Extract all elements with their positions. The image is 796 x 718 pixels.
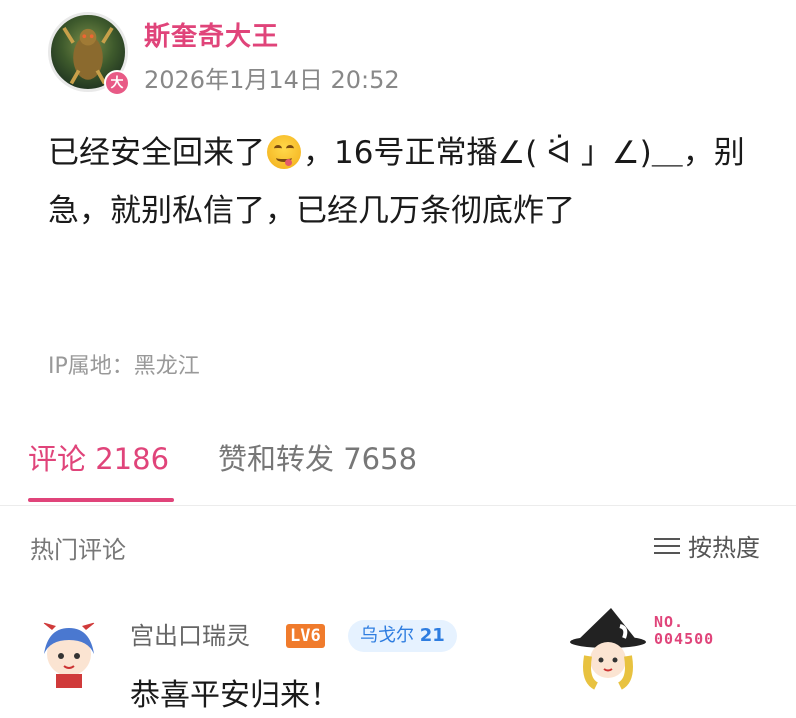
- commenter-avatar[interactable]: [30, 614, 108, 692]
- tab-comments[interactable]: 评论 2186: [28, 436, 169, 478]
- post-header: 大 斯奎奇大王 2026年1月14日 20:52: [48, 12, 768, 98]
- sort-by-hotness-button[interactable]: 按热度: [654, 528, 760, 563]
- active-tab-indicator: [28, 498, 174, 502]
- decoration-number-value: 004500: [654, 630, 715, 648]
- comment-item: 宫出口瑞灵 LV6 乌戈尔 21 恭喜平安归来！ NO. 004500: [30, 606, 770, 716]
- divider: [0, 505, 796, 506]
- yum-face-emoji-icon: [267, 135, 301, 169]
- post-text-part1: 已经安全回来了: [48, 135, 265, 171]
- fan-badge-name: 乌戈尔: [360, 625, 414, 646]
- witch-chibi-icon: [570, 608, 646, 690]
- post-author-name[interactable]: 斯奎奇大王: [144, 16, 279, 53]
- commenter-name[interactable]: 宫出口瑞灵: [130, 616, 250, 651]
- sort-label: 按热度: [688, 534, 760, 562]
- menu-icon: [654, 536, 680, 556]
- post-text: 已经安全回来了 ，16号正常播∠( ᐛ 」∠)＿，别急，就别私信了，已经几万条彻底…: [48, 124, 748, 240]
- tab-likes-reposts[interactable]: 赞和转发 7658: [218, 436, 417, 478]
- level-badge: LV6: [286, 624, 325, 648]
- post-timestamp: 2026年1月14日 20:52: [144, 66, 400, 94]
- fan-badge[interactable]: 乌戈尔 21: [348, 620, 457, 652]
- post-tabs: 评论 2186 赞和转发 7658: [28, 436, 768, 506]
- comment-decoration-card: NO. 004500: [566, 606, 766, 690]
- comment-text: 恭喜平安归来！: [130, 678, 340, 713]
- ip-location: IP属地：黑龙江: [48, 354, 200, 379]
- chibi-avatar-image: [42, 622, 96, 688]
- fan-badge-level: 21: [419, 625, 445, 646]
- decoration-number-label: NO.: [654, 613, 685, 631]
- hot-comments-title: 热门评论: [30, 536, 126, 564]
- vip-badge: 大: [104, 70, 130, 96]
- decoration-number: NO. 004500: [654, 614, 714, 648]
